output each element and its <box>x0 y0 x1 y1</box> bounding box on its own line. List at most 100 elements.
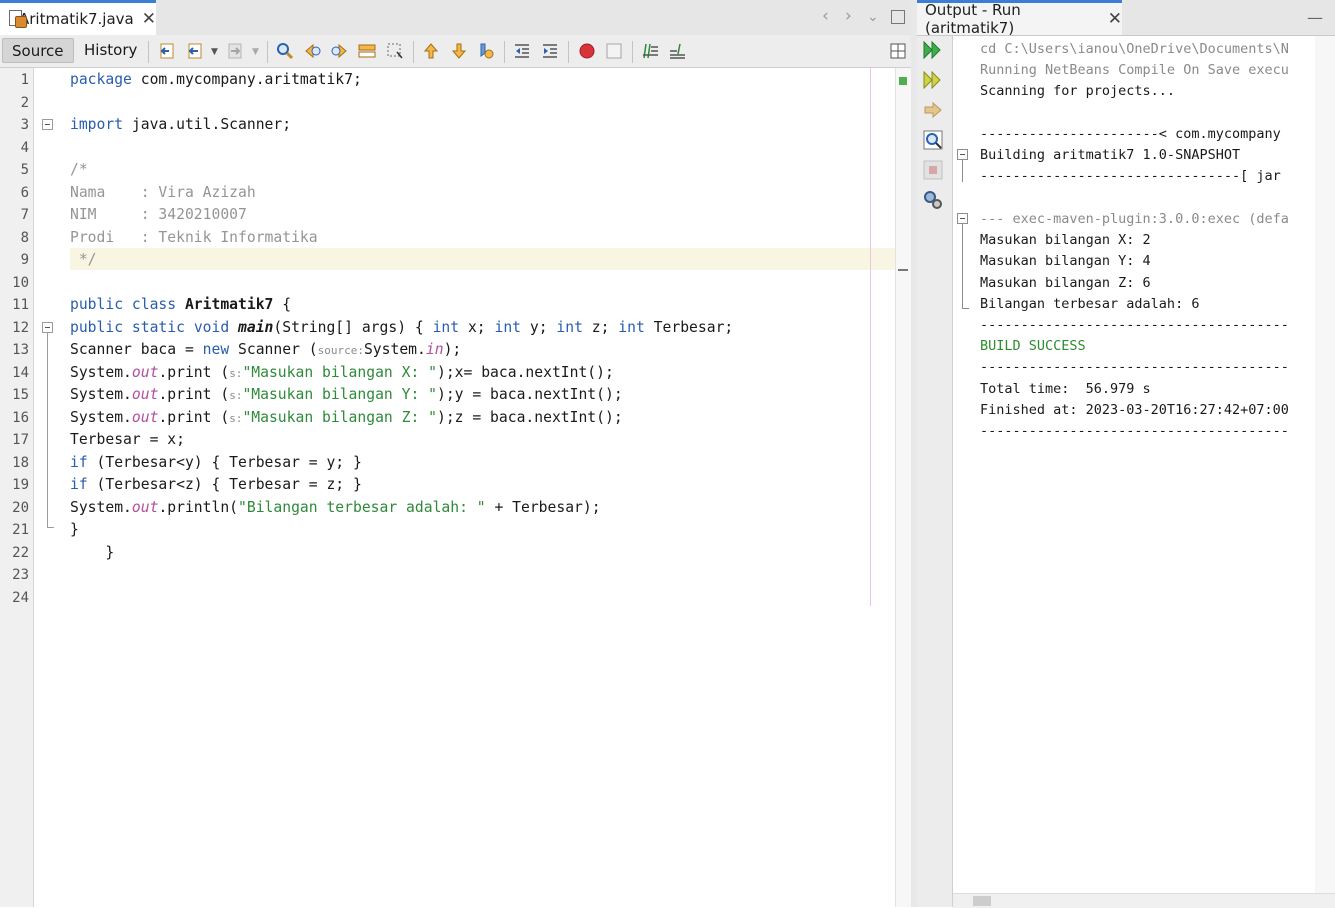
code-line[interactable]: public class Aritmatik7 { <box>70 296 291 313</box>
code-line[interactable]: Terbesar = x; <box>70 431 185 448</box>
chevron-left-icon[interactable]: ‹ <box>822 6 829 26</box>
fold-guide <box>47 333 48 527</box>
previous-bookmark-icon[interactable] <box>422 42 440 60</box>
uncomment-icon[interactable] <box>668 42 686 60</box>
split-editor-icon[interactable] <box>889 42 907 60</box>
output-side-toolbar <box>917 36 953 907</box>
resume-icon[interactable] <box>922 99 944 121</box>
vertical-scrollbar[interactable] <box>1315 36 1335 893</box>
toggle-highlight-icon[interactable] <box>358 42 376 60</box>
output-line: Total time: 56.979 s <box>980 381 1151 397</box>
last-edit-icon[interactable] <box>158 42 176 60</box>
rectangular-selection-icon[interactable] <box>386 42 404 60</box>
line-number: 9 <box>20 252 29 268</box>
rerun-icon[interactable] <box>922 39 944 61</box>
caret-mark-icon <box>898 269 908 271</box>
back-dropdown-icon[interactable]: ▼ <box>211 47 218 57</box>
error-stripe[interactable] <box>895 68 912 907</box>
code-line[interactable]: System.out.print (s:"Masukan bilangan X:… <box>70 364 614 381</box>
code-line[interactable]: package com.mycompany.aritmatik7; <box>70 71 362 88</box>
inspect-icon[interactable] <box>922 129 944 151</box>
stop-macro-icon[interactable] <box>605 42 623 60</box>
fold-end <box>47 527 54 528</box>
toggle-bookmark-icon[interactable] <box>477 42 495 60</box>
line-number: 21 <box>12 522 29 538</box>
forward-icon[interactable] <box>226 42 244 60</box>
code-line[interactable]: System.out.print (s:"Masukan bilangan Z:… <box>70 409 623 426</box>
right-margin-line <box>870 68 871 606</box>
line-number: 10 <box>12 275 29 291</box>
line-number: 4 <box>20 140 29 156</box>
source-button[interactable]: Source <box>2 38 74 63</box>
code-line[interactable]: Scanner baca = new Scanner (source:Syste… <box>70 341 461 358</box>
rerun-with-options-icon[interactable] <box>922 69 944 91</box>
shift-right-icon[interactable] <box>541 42 559 60</box>
code-line[interactable]: import java.util.Scanner; <box>70 116 291 133</box>
code-line[interactable]: System.out.print (s:"Masukan bilangan Y:… <box>70 386 623 403</box>
code-line[interactable]: Nama : Vira Azizah <box>70 184 256 201</box>
back-icon[interactable] <box>186 42 204 60</box>
line-number: 16 <box>12 410 29 426</box>
line-number: 13 <box>12 342 29 358</box>
line-number: 18 <box>12 455 29 471</box>
forward-dropdown-icon[interactable]: ▼ <box>252 47 259 57</box>
line-number: 2 <box>20 95 29 111</box>
output-line: --------------------------------[ jar <box>980 168 1281 184</box>
output-tab[interactable]: Output - Run (aritmatik7) ✕ <box>917 0 1122 37</box>
horizontal-scrollbar[interactable] <box>953 893 1335 908</box>
line-number: 19 <box>12 477 29 493</box>
code-line[interactable]: } <box>70 521 79 538</box>
comment-icon[interactable] <box>641 42 659 60</box>
fold-guide <box>962 160 963 182</box>
line-number: 20 <box>12 500 29 516</box>
output-line: Masukan bilangan X: 2 <box>980 232 1151 248</box>
line-number: 12 <box>12 320 29 336</box>
fold-toggle-icon[interactable] <box>42 322 53 333</box>
minimize-icon[interactable]: — <box>1307 8 1323 27</box>
fold-toggle-icon[interactable] <box>957 149 968 160</box>
output-line: -------------------------------------- <box>980 423 1289 439</box>
fold-toggle-icon[interactable] <box>957 213 968 224</box>
output-line: -------------------------------------- <box>980 317 1289 333</box>
close-icon[interactable]: ✕ <box>1108 9 1122 29</box>
code-line[interactable]: Prodi : Teknik Informatika <box>70 229 318 246</box>
editor-toolbar: Source History ▼ ▼ <box>0 35 911 68</box>
line-number: 1 <box>20 72 29 88</box>
file-tab-aritmatik7[interactable]: Aritmatik7.java ✕ <box>0 0 156 35</box>
output-line: Bilangan terbesar adalah: 6 <box>980 296 1200 312</box>
code-line[interactable]: public static void main(String[] args) {… <box>70 319 733 336</box>
find-previous-icon[interactable] <box>303 42 321 60</box>
line-number: 24 <box>12 590 29 606</box>
code-line[interactable]: System.out.println("Bilangan terbesar ad… <box>70 499 601 516</box>
code-line[interactable]: if (Terbesar<y) { Terbesar = y; } <box>70 454 362 471</box>
line-number: 6 <box>20 185 29 201</box>
output-line: Building aritmatik7 1.0-SNAPSHOT <box>980 147 1241 163</box>
settings-icon[interactable] <box>922 189 944 211</box>
stop-icon[interactable] <box>922 159 944 181</box>
fold-end <box>962 308 969 309</box>
line-number: 3 <box>20 117 29 133</box>
close-icon[interactable]: ✕ <box>142 10 156 28</box>
fold-guide <box>962 224 963 308</box>
find-icon[interactable] <box>276 42 294 60</box>
code-line[interactable]: /* <box>70 161 88 178</box>
code-line[interactable]: if (Terbesar<z) { Terbesar = z; } <box>70 476 362 493</box>
code-line[interactable]: NIM : 3420210007 <box>70 206 247 223</box>
line-number: 5 <box>20 162 29 178</box>
chevron-right-icon[interactable]: › <box>845 6 852 26</box>
chevron-down-icon[interactable]: ⌄ <box>867 9 879 25</box>
output-tab-bar: Output - Run (aritmatik7) ✕ — <box>917 0 1335 37</box>
scrollbar-thumb[interactable] <box>973 896 991 906</box>
line-number: 15 <box>12 387 29 403</box>
history-button[interactable]: History <box>75 38 146 63</box>
find-next-icon[interactable] <box>331 42 349 60</box>
line-number: 14 <box>12 365 29 381</box>
shift-left-icon[interactable] <box>513 42 531 60</box>
fold-toggle-icon[interactable] <box>42 119 53 130</box>
record-macro-icon[interactable] <box>578 42 596 60</box>
next-bookmark-icon[interactable] <box>450 42 468 60</box>
code-line[interactable]: } <box>70 544 114 561</box>
code-line[interactable]: */ <box>70 251 97 268</box>
editor-pane: Aritmatik7.java ✕ ‹ › ⌄ Source History ▼… <box>0 0 912 907</box>
maximize-icon[interactable] <box>891 10 905 24</box>
